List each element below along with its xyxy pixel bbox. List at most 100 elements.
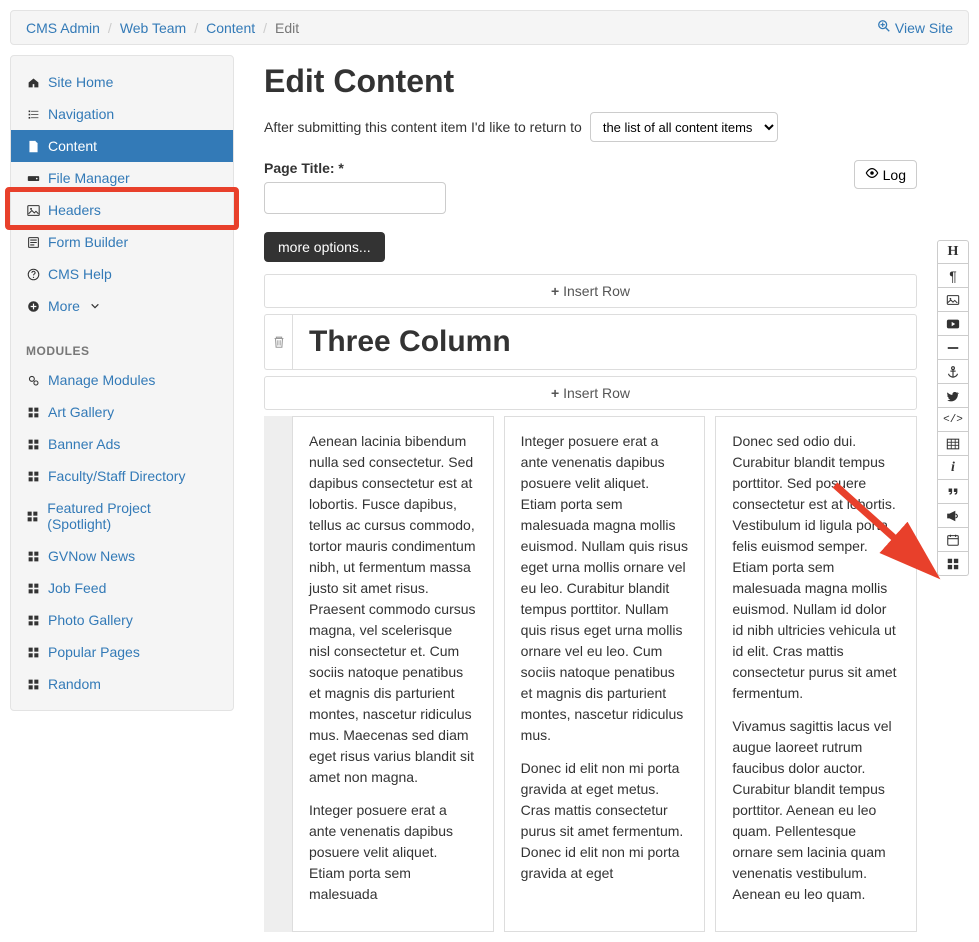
sidebar-item-label: Site Home: [48, 74, 113, 90]
sidebar-module-popular-pages[interactable]: Popular Pages: [11, 636, 233, 668]
sidebar-module-featured-project-spotlight-[interactable]: Featured Project (Spotlight): [11, 492, 233, 540]
view-site-label: View Site: [895, 20, 953, 36]
sidebar-item-label: Featured Project (Spotlight): [47, 500, 210, 532]
tool-code[interactable]: </>: [937, 408, 969, 432]
sidebar: Site Home Navigation Content File Manager He…: [10, 55, 234, 711]
more-options-button[interactable]: more options...: [264, 232, 385, 262]
grid-icon: [26, 406, 40, 419]
sidebar-item-label: GVNow News: [48, 548, 135, 564]
sidebar-item-label: Form Builder: [48, 234, 128, 250]
tool-info[interactable]: i: [937, 456, 969, 480]
column-paragraph: Integer posuere erat a ante venenatis da…: [309, 800, 477, 905]
sidebar-item-form-builder[interactable]: Form Builder: [11, 226, 233, 258]
column-2[interactable]: Integer posuere erat a ante venenatis da…: [504, 416, 706, 932]
column-3[interactable]: Donec sed odio dui. Curabitur blandit te…: [715, 416, 917, 932]
breadcrumb-bar: CMS Admin / Web Team / Content / Edit Vi…: [10, 10, 969, 45]
grid-icon: [26, 470, 40, 483]
tool-divider[interactable]: [937, 336, 969, 360]
grid-icon: [26, 614, 40, 627]
sidebar-item-label: File Manager: [48, 170, 130, 186]
tool-announce[interactable]: [937, 504, 969, 528]
column-paragraph: Vivamus sagittis lacus vel augue laoreet…: [732, 716, 900, 905]
crumb-separator: /: [194, 20, 198, 36]
sidebar-module-art-gallery[interactable]: Art Gallery: [11, 396, 233, 428]
help-icon: [26, 268, 40, 281]
grid-icon: [26, 678, 40, 691]
hdd-icon: [26, 172, 40, 185]
main-content: Edit Content After submitting this conte…: [234, 55, 937, 932]
sidebar-item-file-manager[interactable]: File Manager: [11, 162, 233, 194]
sidebar-item-label: Faculty/Staff Directory: [48, 468, 185, 484]
tool-paragraph[interactable]: ¶: [937, 264, 969, 288]
insert-row-bottom[interactable]: +Insert Row: [264, 376, 917, 410]
log-label: Log: [883, 167, 906, 183]
tool-image[interactable]: [937, 288, 969, 312]
return-text: After submitting this content item I'd l…: [264, 119, 582, 135]
tool-video[interactable]: [937, 312, 969, 336]
column-paragraph: Integer posuere erat a ante venenatis da…: [521, 431, 689, 746]
page-heading: Edit Content: [264, 63, 917, 100]
sidebar-item-navigation[interactable]: Navigation: [11, 98, 233, 130]
grid-icon: [26, 582, 40, 595]
crumb-cms-admin[interactable]: CMS Admin: [26, 20, 100, 36]
crumb-separator: /: [108, 20, 112, 36]
sidebar-module-gvnow-news[interactable]: GVNow News: [11, 540, 233, 572]
file-icon: [26, 140, 40, 153]
crumb-content[interactable]: Content: [206, 20, 255, 36]
sidebar-item-headers[interactable]: Headers: [11, 194, 233, 226]
sidebar-item-label: Random: [48, 676, 101, 692]
sidebar-module-random[interactable]: Random: [11, 668, 233, 700]
sidebar-item-label: Manage Modules: [48, 372, 155, 388]
page-title-label: Page Title: *: [264, 160, 446, 176]
tool-calendar[interactable]: [937, 528, 969, 552]
zoom-icon: [877, 19, 891, 36]
sidebar-module-faculty-staff-directory[interactable]: Faculty/Staff Directory: [11, 460, 233, 492]
sidebar-item-label: Art Gallery: [48, 404, 114, 420]
image-icon: [26, 204, 40, 217]
insert-row-label: Insert Row: [563, 283, 630, 299]
sidebar-item-label: Content: [48, 138, 97, 154]
sidebar-module-banner-ads[interactable]: Banner Ads: [11, 428, 233, 460]
list-icon: [26, 108, 40, 121]
view-site-link[interactable]: View Site: [877, 19, 953, 36]
crumb-separator: /: [263, 20, 267, 36]
sidebar-item-cms-help[interactable]: CMS Help: [11, 258, 233, 290]
sidebar-item-label: CMS Help: [48, 266, 112, 282]
tool-grid[interactable]: [937, 552, 969, 576]
column-paragraph: Donec id elit non mi porta gravida at eg…: [521, 758, 689, 884]
grid-icon: [26, 510, 39, 523]
row-title[interactable]: Three Column: [292, 314, 917, 370]
return-select[interactable]: the list of all content items: [590, 112, 778, 142]
column-handle[interactable]: [264, 416, 292, 932]
column-paragraph: Donec sed odio dui. Curabitur blandit te…: [732, 431, 900, 704]
sidebar-item-label: Banner Ads: [48, 436, 120, 452]
sidebar-item-label: Job Feed: [48, 580, 106, 596]
log-button[interactable]: Log: [854, 160, 917, 189]
column-1[interactable]: Aenean lacinia bibendum nulla sed consec…: [292, 416, 494, 932]
content-chunk-toolbar: H¶ </> i: [937, 240, 969, 576]
home-icon: [26, 76, 40, 89]
sidebar-item-more[interactable]: More: [11, 290, 233, 322]
sidebar-item-site-home[interactable]: Site Home: [11, 66, 233, 98]
sidebar-item-content[interactable]: Content: [11, 130, 233, 162]
crumb-current: Edit: [275, 20, 299, 36]
tool-twitter[interactable]: [937, 384, 969, 408]
tool-heading[interactable]: H: [937, 240, 969, 264]
chevron-down-icon: [90, 298, 100, 314]
sidebar-item-label: Photo Gallery: [48, 612, 133, 628]
tool-table[interactable]: [937, 432, 969, 456]
insert-row-top[interactable]: +Insert Row: [264, 274, 917, 308]
crumb-web-team[interactable]: Web Team: [120, 20, 186, 36]
sidebar-item-label: More: [48, 298, 80, 314]
row-delete-handle[interactable]: [264, 314, 292, 370]
tool-quote[interactable]: [937, 480, 969, 504]
modules-header: MODULES: [11, 332, 233, 364]
sidebar-module-photo-gallery[interactable]: Photo Gallery: [11, 604, 233, 636]
column-paragraph: Aenean lacinia bibendum nulla sed consec…: [309, 431, 477, 788]
sidebar-module-job-feed[interactable]: Job Feed: [11, 572, 233, 604]
page-title-input[interactable]: [264, 182, 446, 214]
sidebar-item-label: Navigation: [48, 106, 114, 122]
sidebar-module-manage-modules[interactable]: Manage Modules: [11, 364, 233, 396]
plus-icon: +: [551, 385, 559, 401]
tool-anchor[interactable]: [937, 360, 969, 384]
